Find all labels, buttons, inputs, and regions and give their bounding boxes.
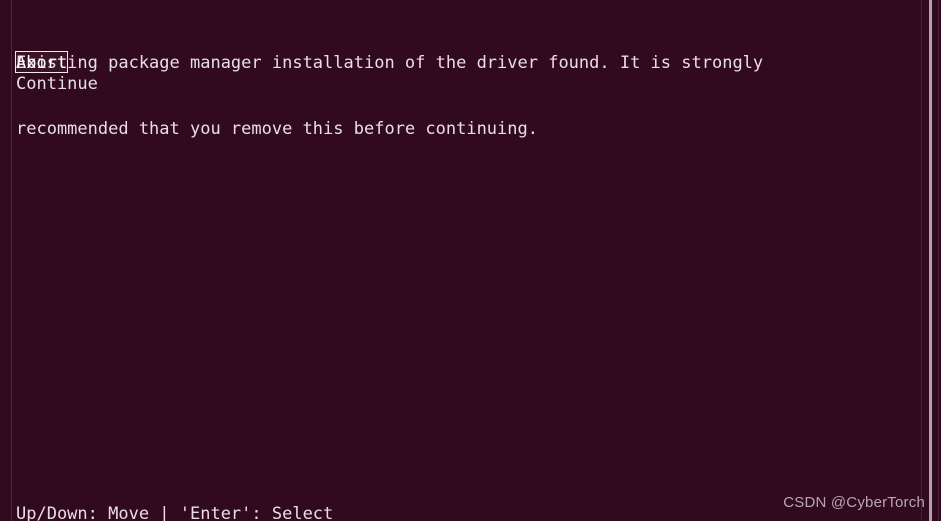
message-block: Existing package manager installation of… (16, 8, 941, 184)
left-frame-rule (11, 0, 12, 521)
menu-item-continue[interactable]: Continue (15, 72, 99, 94)
terminal-window[interactable]: Existing package manager installation of… (0, 0, 941, 521)
choice-menu[interactable]: Abort Continue (15, 51, 99, 94)
message-line-1: Existing package manager installation of… (16, 53, 764, 73)
watermark-label: CSDN @CyberTorch (783, 494, 925, 511)
menu-item-abort[interactable]: Abort (15, 51, 69, 73)
keyboard-hint-bar: Up/Down: Move | 'Enter': Select (16, 504, 334, 521)
message-line-2: recommended that you remove this before … (16, 119, 538, 139)
